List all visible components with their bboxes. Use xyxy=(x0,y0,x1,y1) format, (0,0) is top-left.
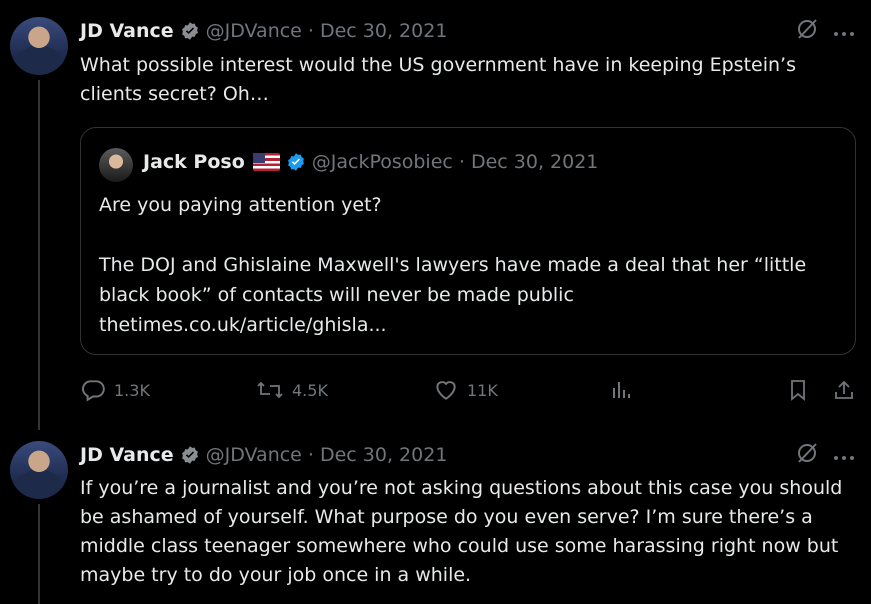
quoted-handle-and-date: @JackPosobiec · Dec 30, 2021 xyxy=(311,151,599,173)
handle-and-date[interactable]: @JDVance · Dec 30, 2021 xyxy=(206,444,448,466)
repost-icon xyxy=(257,381,283,399)
avatar[interactable] xyxy=(10,441,68,499)
grok-icon[interactable] xyxy=(795,441,819,469)
verified-badge-icon xyxy=(180,445,200,465)
more-options-icon[interactable] xyxy=(833,446,855,465)
quoted-author-name: Jack Poso xyxy=(143,151,245,173)
heart-icon xyxy=(436,381,456,400)
avatar[interactable] xyxy=(10,17,68,75)
reply-count: 1.3K xyxy=(114,380,150,400)
reply-button[interactable]: 1.3K xyxy=(80,372,150,408)
tweet-header: JD Vance @JDVance · Dec 30, 2021 xyxy=(80,442,447,468)
us-flag-icon xyxy=(252,153,280,171)
like-button[interactable]: 11K xyxy=(433,372,498,408)
repost-button[interactable]: 4.5K xyxy=(256,372,328,408)
action-bar: 1.3K 4.5K 11K xyxy=(80,372,860,408)
bookmark-button[interactable] xyxy=(786,372,810,408)
thread-line xyxy=(38,504,40,604)
author-name[interactable]: JD Vance xyxy=(80,20,174,42)
tweet-menu xyxy=(795,18,855,44)
quoted-avatar xyxy=(99,148,133,182)
reply-icon xyxy=(82,380,105,402)
share-button[interactable] xyxy=(832,372,856,408)
grok-icon[interactable] xyxy=(795,17,819,45)
views-button[interactable] xyxy=(609,372,633,408)
more-options-icon[interactable] xyxy=(833,22,855,41)
share-icon xyxy=(835,380,853,399)
quoted-text: Are you paying attention yet? The DOJ an… xyxy=(99,194,807,336)
repost-count: 4.5K xyxy=(292,380,328,400)
tweet-header: JD Vance @JDVance · Dec 30, 2021 xyxy=(80,18,447,44)
verified-badge-icon xyxy=(286,152,306,172)
author-name[interactable]: JD Vance xyxy=(80,444,174,466)
quoted-tweet[interactable]: Jack Poso @JackPosobiec · Dec 30, 2021 A… xyxy=(80,127,856,355)
tweet-2[interactable]: JD Vance @JDVance · Dec 30, 2021 If you’… xyxy=(0,430,871,604)
tweet-text: What possible interest would the US gove… xyxy=(80,54,796,105)
tweet-1[interactable]: JD Vance @JDVance · Dec 30, 2021 What po… xyxy=(0,0,871,430)
views-icon xyxy=(613,382,630,398)
handle-and-date[interactable]: @JDVance · Dec 30, 2021 xyxy=(206,20,448,42)
quoted-header: Jack Poso @JackPosobiec · Dec 30, 2021 xyxy=(143,151,598,173)
tweet-menu xyxy=(795,442,855,468)
tweet-text: If you’re a journalist and you’re not as… xyxy=(80,477,843,586)
verified-badge-icon xyxy=(180,21,200,41)
thread-line xyxy=(38,80,40,430)
bookmark-icon xyxy=(791,380,805,401)
like-count: 11K xyxy=(467,380,498,400)
